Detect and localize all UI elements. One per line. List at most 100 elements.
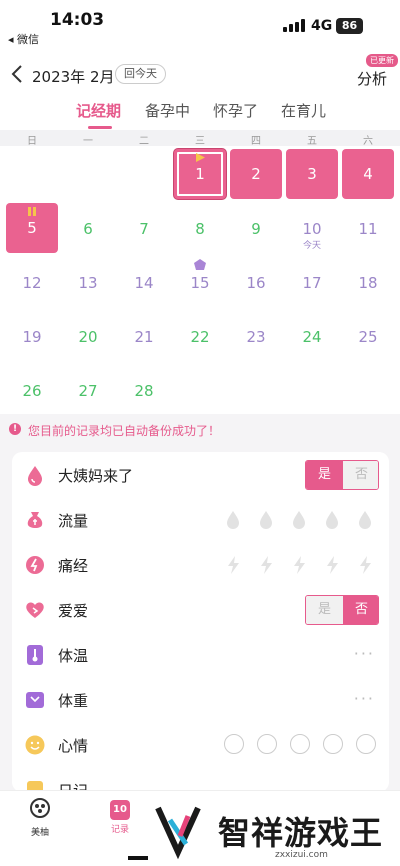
weekday-label: 一 [83,136,93,147]
calendar-day[interactable]: 19 [4,328,60,346]
mood-happy-icon[interactable] [257,734,277,754]
status-bar: 14:03 ◂ 微信 4G 86 [0,0,400,48]
calendar-day[interactable]: 18 [340,274,396,292]
record-row-diary[interactable]: 日记 [12,767,389,792]
flow-drop-icon[interactable] [324,510,340,530]
battery-icon: 86 [336,18,363,34]
cramps-level-selector[interactable] [225,555,375,575]
calendar-day[interactable]: 9 [228,220,284,238]
tab-underline [88,126,112,129]
period-no-button[interactable]: 否 [343,461,378,489]
scale-icon [26,692,44,708]
drop-icon [28,466,42,486]
period-end-icon [28,207,36,216]
calendar-day[interactable]: 11 [340,220,396,238]
calendar-day[interactable]: 12 [4,274,60,292]
back-arrow-icon[interactable] [8,62,28,86]
more-icon[interactable]: ··· [354,644,375,663]
calendar-day[interactable]: 27 [60,382,116,400]
back-to-today-button[interactable]: 回今天 [115,64,166,84]
weekday-header: 日 一 二 三 四 五 六 [0,130,400,147]
calendar-day[interactable]: 23 [228,328,284,346]
calendar-day[interactable]: 16 [228,274,284,292]
tab-parenting[interactable]: 在育儿 [281,100,326,121]
tab-pregnant[interactable]: 怀孕了 [213,100,258,121]
record-label: 体重 [58,692,89,710]
tab-period[interactable]: 记经期 [76,100,121,121]
flow-level-selector[interactable] [225,510,375,530]
lightning-icon[interactable] [258,555,274,575]
calendar-day[interactable]: 25 [340,328,396,346]
weekday-label: 四 [251,136,261,147]
calendar-day[interactable]: 14 [116,274,172,292]
lightning-icon[interactable] [291,555,307,575]
record-row-mood: 心情 [12,722,389,767]
cramps-icon [26,556,44,574]
weekday-label: 六 [363,136,373,147]
mood-cry-icon[interactable] [356,734,376,754]
weekday-label: 二 [139,136,149,147]
flow-drop-icon[interactable] [225,510,241,530]
flow-drop-icon[interactable] [258,510,274,530]
calendar-day[interactable]: 21 [116,328,172,346]
watermark-logo-icon [155,806,201,860]
calendar-day[interactable]: 6 [60,220,116,238]
weekday-label: 三 [195,136,205,147]
nav-home[interactable]: 美柚 [12,797,68,838]
ovulation-icon [194,259,206,270]
calendar-day-period[interactable]: 2 [230,149,282,199]
calendar-day[interactable]: 15 [172,274,228,292]
calendar-day[interactable]: 22 [172,328,228,346]
lightning-icon[interactable] [324,555,340,575]
weekday-label: 日 [27,136,37,147]
love-no-button[interactable]: 否 [343,596,378,624]
calendar-day[interactable]: 28 [116,382,172,400]
mood-laugh-icon[interactable] [224,734,244,754]
mood-calm-icon[interactable] [290,734,310,754]
calendar-day[interactable]: 8 [172,220,228,238]
lightning-icon[interactable] [357,555,373,575]
record-label: 痛经 [58,557,89,575]
record-label: 爱爱 [58,602,89,620]
record-row-love: 爱爱 是 否 [12,587,389,632]
lightning-icon[interactable] [225,555,241,575]
record-label: 流量 [58,512,89,530]
alert-icon: ! [9,423,21,435]
flow-drop-icon[interactable] [357,510,373,530]
calendar-icon: 10 [110,800,130,820]
calendar-day-period[interactable]: 1 [174,149,226,199]
calendar-day[interactable]: 17 [284,274,340,292]
calendar-day-period[interactable]: 5 [6,203,58,253]
record-row-cramps: 痛经 [12,542,389,587]
record-label: 心情 [58,737,89,755]
record-row-flow: 流量 [12,497,389,542]
calendar-day-period[interactable]: 4 [342,149,394,199]
flow-icon [27,512,43,528]
status-time: 14:03 [50,10,105,30]
calendar-day[interactable]: 26 [4,382,60,400]
record-row-temperature[interactable]: 体温 ··· [12,632,389,677]
period-yes-button[interactable]: 是 [306,461,343,489]
record-panel: 大姨妈来了 是 否 流量 痛经 爱爱 是 否 体温 ··· 体重 ··· 心情 … [12,452,389,792]
love-yes-button[interactable]: 是 [306,596,343,624]
calendar-day[interactable]: 24 [284,328,340,346]
calendar-day[interactable]: 7 [116,220,172,238]
more-icon[interactable]: ··· [354,689,375,708]
calendar-day-today[interactable]: 10 [284,220,340,238]
stage-tabs: 记经期 备孕中 怀孕了 在育儿 [0,100,400,130]
love-toggle: 是 否 [305,595,379,625]
calendar-day[interactable]: 13 [60,274,116,292]
month-title[interactable]: 2023年 2月 [32,66,115,87]
calendar-day-period[interactable]: 3 [286,149,338,199]
home-logo-icon [30,798,50,818]
back-to-app-link[interactable]: ◂ 微信 [8,31,39,47]
watermark-title: 智祥游戏王 [218,814,384,852]
flow-drop-icon[interactable] [291,510,307,530]
signal-icon [283,19,305,32]
calendar-day[interactable]: 20 [60,328,116,346]
tab-trying[interactable]: 备孕中 [145,100,190,121]
watermark: 智祥游戏王 zxxizui.com [140,794,400,866]
record-row-weight[interactable]: 体重 ··· [12,677,389,722]
analysis-button[interactable]: 分析 [357,68,387,89]
mood-sad-icon[interactable] [323,734,343,754]
